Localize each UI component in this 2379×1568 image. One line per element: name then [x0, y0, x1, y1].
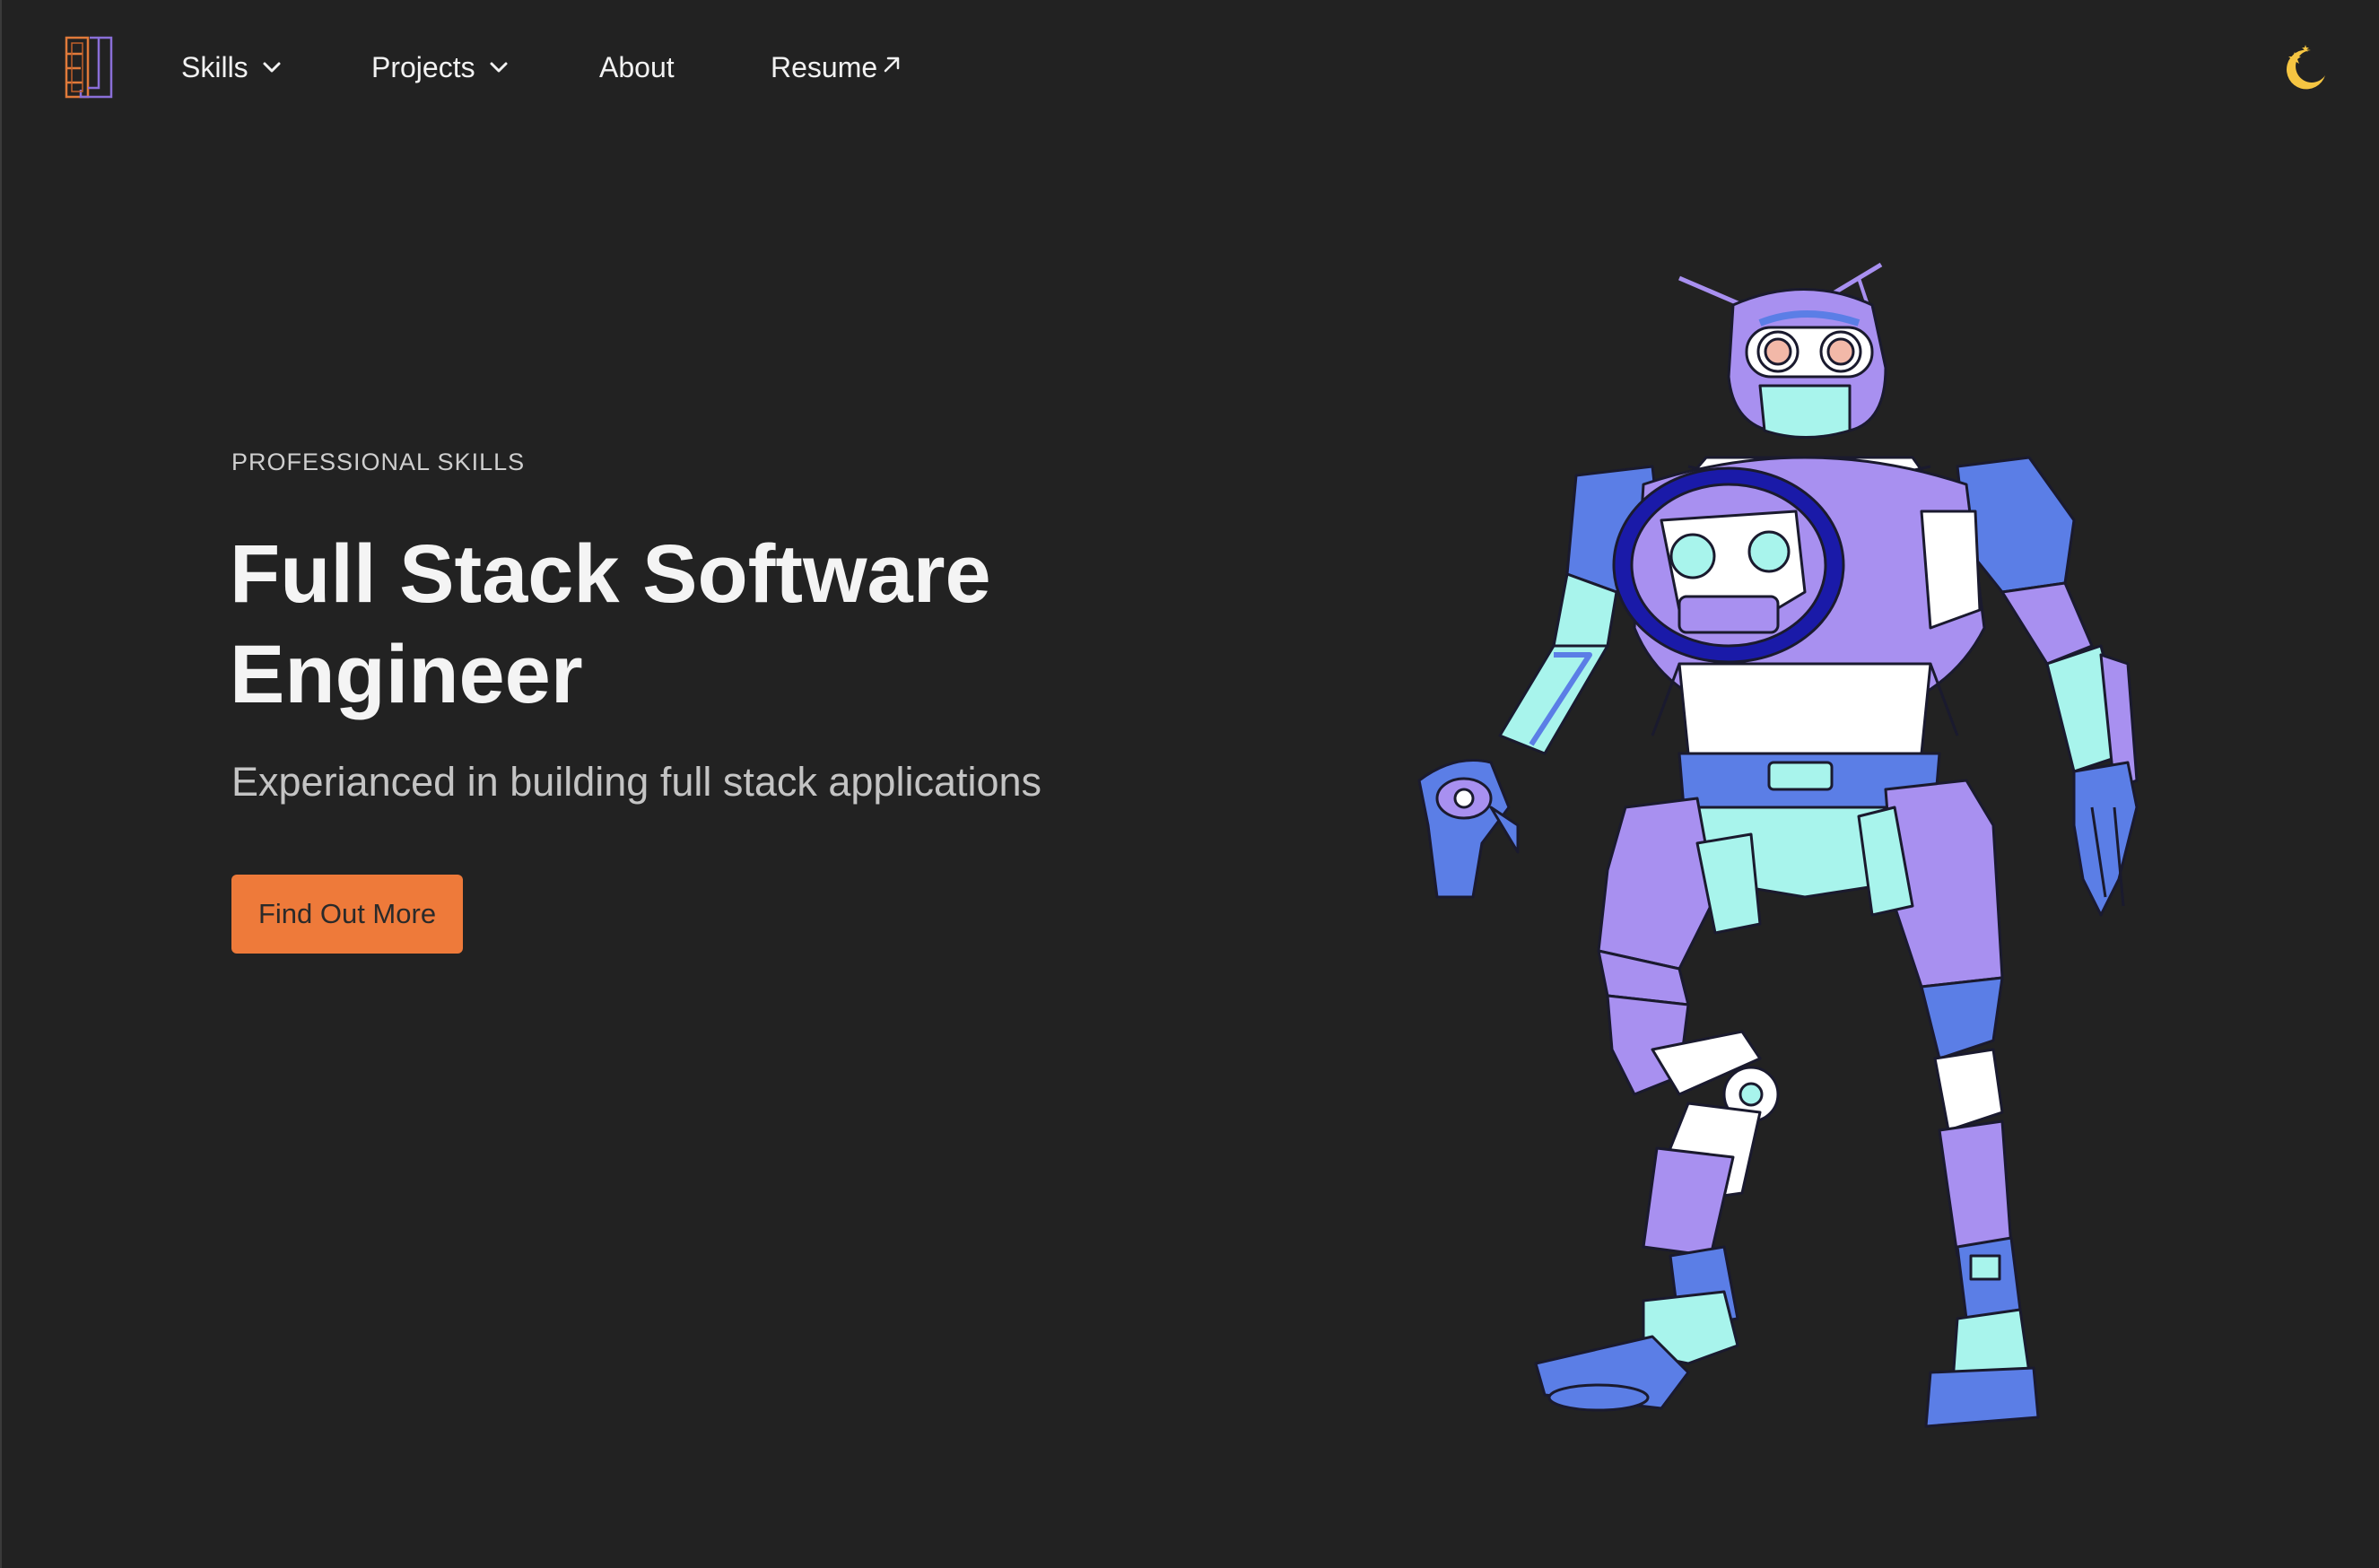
nav-skills-label: Skills — [181, 50, 248, 83]
external-link-arrow-icon — [884, 57, 900, 73]
nav-about-link[interactable]: About — [599, 45, 675, 90]
section-eyebrow: PROFESSIONAL SKILLS — [231, 449, 526, 475]
hero-title: Full Stack Software Engineer — [230, 528, 991, 720]
chevron-down-icon — [263, 62, 281, 73]
chevron-down-icon — [490, 62, 508, 73]
find-out-more-button[interactable]: Find Out More — [231, 875, 463, 954]
nav-resume-label: Resume — [771, 50, 878, 83]
initials-logo-icon[interactable] — [63, 34, 115, 102]
hero-subtitle: Experianced in building full stack appli… — [231, 759, 1042, 805]
moon-stars-icon[interactable] — [2280, 43, 2329, 91]
nav-resume-link[interactable]: Resume — [771, 45, 902, 90]
robot-illustration — [1417, 262, 2139, 1428]
nav-about-label: About — [599, 50, 675, 83]
nav-projects-label: Projects — [371, 50, 475, 83]
nav-projects-dropdown[interactable]: Projects — [371, 45, 511, 90]
top-nav: Skills Projects About Resume — [2, 0, 2379, 135]
nav-skills-dropdown[interactable]: Skills — [181, 45, 284, 90]
